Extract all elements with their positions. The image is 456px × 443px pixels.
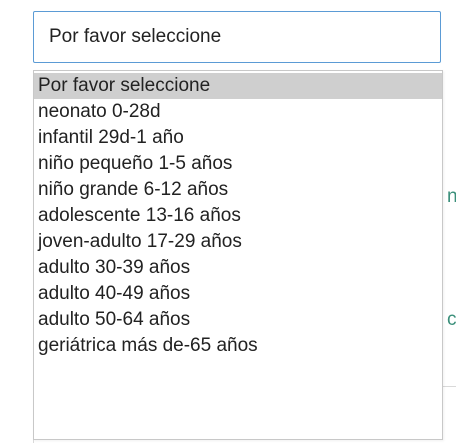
option-infantil[interactable]: infantil 29d-1 año [34, 125, 442, 151]
option-adulto-50-64[interactable]: adulto 50-64 años [34, 307, 442, 333]
option-adolescente[interactable]: adolescente 13-16 años [34, 203, 442, 229]
option-geriatrica[interactable]: geriátrica más de-65 años [34, 333, 442, 359]
option-neonato[interactable]: neonato 0-28d [34, 99, 442, 125]
option-placeholder[interactable]: Por favor seleccione [34, 73, 442, 99]
page: n c Por favor seleccione Por favor selec… [0, 0, 456, 443]
background-text-fragment: n [447, 186, 456, 207]
option-nino-grande[interactable]: niño grande 6-12 años [34, 177, 442, 203]
background-text-fragment: c [447, 309, 456, 330]
age-group-select[interactable]: Por favor seleccione [33, 11, 441, 63]
option-adulto-40-49[interactable]: adulto 40-49 años [34, 281, 442, 307]
option-nino-pequeno[interactable]: niño pequeño 1-5 años [34, 151, 442, 177]
option-joven-adulto[interactable]: joven-adulto 17-29 años [34, 229, 442, 255]
option-adulto-30-39[interactable]: adulto 30-39 años [34, 255, 442, 281]
age-group-dropdown-list: Por favor seleccione neonato 0-28d infan… [33, 70, 443, 440]
